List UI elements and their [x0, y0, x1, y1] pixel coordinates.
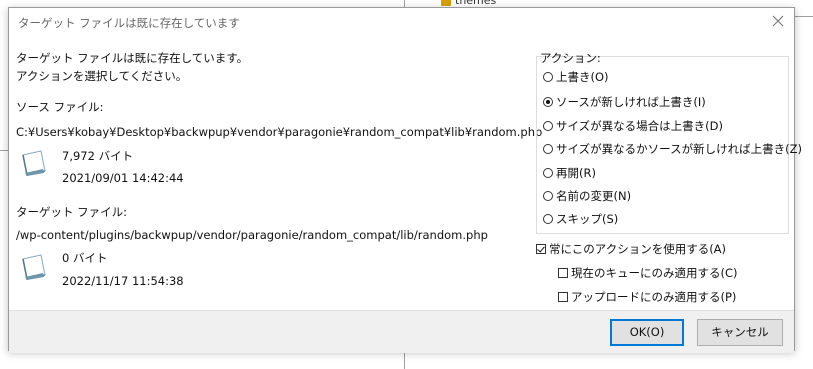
radio-overwrite[interactable]: 上書き(O)	[543, 69, 609, 85]
radio-label: 再開(R)	[556, 166, 596, 180]
checkbox-uploads-only[interactable]: アップロードにのみ適用する(P)	[558, 289, 736, 305]
message-line-1: ターゲット ファイルは既に存在しています。	[16, 51, 249, 65]
radio-icon	[543, 191, 553, 201]
radio-label: 上書き(O)	[556, 70, 609, 84]
radio-skip[interactable]: スキップ(S)	[543, 211, 618, 227]
ok-button[interactable]: OK(O)	[610, 319, 684, 346]
close-icon	[772, 15, 784, 27]
folder-icon	[441, 0, 451, 6]
radio-overwrite-if-size-differs[interactable]: サイズが異なる場合は上書き(D)	[543, 118, 723, 134]
source-file-label: ソース ファイル:	[16, 100, 104, 114]
radio-resume[interactable]: 再開(R)	[543, 165, 596, 181]
checkbox-label: 常にこのアクションを使用する(A)	[549, 242, 727, 256]
action-group-label: アクション:	[540, 51, 601, 65]
background-folder-label: themes	[455, 0, 497, 7]
target-file-path: /wp-content/plugins/backwpup/vendor/para…	[16, 228, 488, 242]
checkbox-current-queue-only[interactable]: 現在のキューにのみ適用する(C)	[558, 265, 738, 281]
source-file-date: 2021/09/01 14:42:44	[62, 171, 184, 185]
radio-label: サイズが異なるかソースが新しければ上書き(Z)	[556, 142, 802, 156]
target-file-size: 0 バイト	[62, 251, 108, 265]
dialog-titlebar: ターゲット ファイルは既に存在しています	[9, 8, 794, 36]
checkbox-always-use-action[interactable]: 常にこのアクションを使用する(A)	[536, 241, 726, 257]
background-line	[0, 150, 8, 151]
radio-label: スキップ(S)	[556, 212, 619, 226]
checkbox-icon	[558, 292, 568, 302]
checkbox-label: 現在のキューにのみ適用する(C)	[571, 266, 738, 280]
radio-label: ソースが新しければ上書き(I)	[556, 95, 706, 109]
file-exists-dialog: ターゲット ファイルは既に存在しています ターゲット ファイルは既に存在していま…	[8, 7, 802, 353]
radio-overwrite-if-newer[interactable]: ソースが新しければ上書き(I)	[543, 94, 706, 110]
radio-icon	[543, 72, 553, 82]
cancel-button[interactable]: キャンセル	[697, 319, 783, 346]
radio-icon	[543, 144, 553, 154]
radio-selected-icon	[543, 97, 553, 107]
target-file-label: ターゲット ファイル:	[16, 205, 128, 219]
radio-icon	[543, 168, 553, 178]
dialog-title: ターゲット ファイルは既に存在しています	[18, 16, 240, 30]
radio-label: 名前の変更(N)	[556, 189, 632, 203]
radio-label: サイズが異なる場合は上書き(D)	[556, 119, 723, 133]
close-button[interactable]	[770, 13, 786, 29]
checkbox-icon	[558, 268, 568, 278]
checkbox-label: アップロードにのみ適用する(P)	[571, 290, 737, 304]
background-line	[795, 16, 813, 17]
dialog-footer: OK(O) キャンセル	[9, 310, 794, 353]
source-file-icon	[19, 147, 47, 177]
source-file-path: C:¥Users¥kobay¥Desktop¥backwpup¥vendor¥p…	[16, 125, 543, 139]
radio-icon	[543, 121, 553, 131]
target-file-date: 2022/11/17 11:54:38	[62, 274, 184, 288]
radio-rename[interactable]: 名前の変更(N)	[543, 188, 631, 204]
message-line-2: アクションを選択してください。	[16, 69, 188, 83]
radio-overwrite-if-size-differs-or-newer[interactable]: サイズが異なるかソースが新しければ上書き(Z)	[543, 141, 802, 157]
target-file-icon	[19, 251, 47, 281]
radio-icon	[543, 214, 553, 224]
checkbox-checked-icon	[536, 244, 546, 254]
source-file-size: 7,972 バイト	[62, 149, 134, 163]
